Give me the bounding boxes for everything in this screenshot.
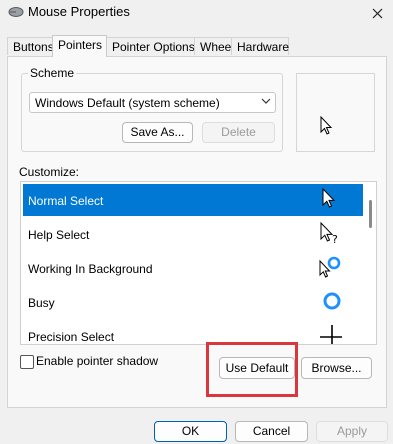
tab-hardware[interactable]: Hardware <box>231 37 289 55</box>
cursor-list[interactable]: Normal Select Help Select ? Working In B… <box>20 181 377 345</box>
highlight-box <box>206 342 298 397</box>
list-item-help-select[interactable]: Help Select ? <box>23 218 363 250</box>
list-item-precision-select[interactable]: Precision Select <box>23 320 363 344</box>
list-item-label: Precision Select <box>28 330 115 344</box>
crosshair-cursor-icon <box>320 325 342 344</box>
tab-wheel[interactable]: Wheel <box>194 37 234 55</box>
help-cursor-icon: ? <box>320 221 338 245</box>
scheme-group: Scheme Windows Default (system scheme) S… <box>21 66 283 152</box>
chevron-down-icon <box>261 98 271 104</box>
delete-button[interactable]: Delete <box>202 122 275 143</box>
list-item-label: Busy <box>28 296 55 310</box>
busy-cursor-icon <box>323 292 341 310</box>
pointers-panel: Scheme Windows Default (system scheme) S… <box>7 56 387 408</box>
tab-pointers[interactable]: Pointers <box>52 35 107 57</box>
cancel-button[interactable]: Cancel <box>235 421 308 442</box>
working-cursor-icon <box>319 256 341 278</box>
list-item-normal-select[interactable]: Normal Select <box>23 184 363 216</box>
pointer-shadow-checkbox[interactable] <box>20 355 34 369</box>
mouse-icon <box>8 7 24 17</box>
close-icon <box>372 8 382 18</box>
scheme-select[interactable]: Windows Default (system scheme) <box>29 92 276 113</box>
apply-button[interactable]: Apply <box>316 421 388 442</box>
close-button[interactable] <box>361 0 393 26</box>
list-item-working-in-background[interactable]: Working In Background <box>23 252 363 284</box>
window-title: Mouse Properties <box>28 4 130 19</box>
scheme-label: Scheme <box>28 66 77 80</box>
save-as-button[interactable]: Save As... <box>122 122 193 143</box>
pointer-shadow-label: Enable pointer shadow <box>36 354 159 368</box>
tab-buttons[interactable]: Buttons <box>7 37 54 55</box>
list-item-label: Help Select <box>28 228 90 242</box>
list-item-label: Working In Background <box>28 262 153 276</box>
list-item-busy[interactable]: Busy <box>23 286 363 318</box>
ok-button[interactable]: OK <box>154 421 227 442</box>
tab-pointer-options[interactable]: Pointer Options <box>106 37 195 55</box>
dialog-footer: OK Cancel Apply <box>0 408 393 444</box>
svg-text:?: ? <box>332 233 338 245</box>
arrow-cursor-icon <box>322 187 336 208</box>
list-scrollbar[interactable] <box>369 200 372 228</box>
list-item-label: Normal Select <box>28 194 104 208</box>
browse-button[interactable]: Browse... <box>301 357 372 379</box>
scheme-value: Windows Default (system scheme) <box>35 96 220 110</box>
title-bar: Mouse Properties <box>0 0 393 26</box>
customize-label: Customize: <box>19 165 80 179</box>
cursor-preview <box>296 73 375 152</box>
arrow-cursor-icon <box>320 116 333 135</box>
